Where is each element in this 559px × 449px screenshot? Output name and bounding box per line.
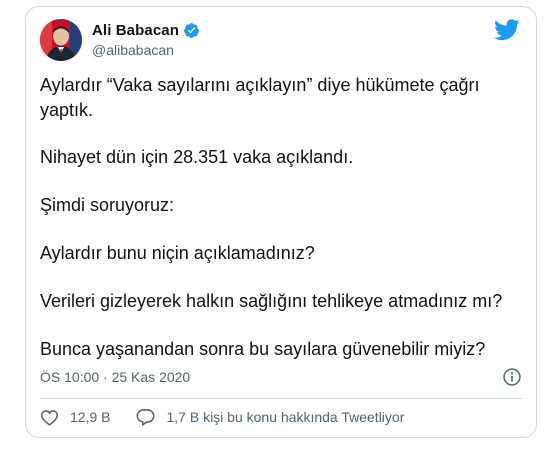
tweet-card[interactable]: Ali Babacan @alibabacan Aylardır “Vaka s… [25,6,537,438]
avatar[interactable] [40,19,82,61]
twitter-bird-icon[interactable] [494,19,520,41]
divider [40,398,522,399]
reply-button[interactable]: 1,7 B kişi bu konu hakkında Tweetliyor [136,408,404,426]
author-block: Ali Babacan @alibabacan [92,20,200,58]
like-button[interactable]: 12,9 B [40,409,110,426]
author-display-name[interactable]: Ali Babacan [92,22,179,39]
timestamp-text[interactable]: ÖS 10:00 · 25 Kas 2020 [40,369,190,385]
tweet-paragraph: Nihayet dün için 28.351 vaka açıklandı. [40,147,354,167]
like-count: 12,9 B [70,409,111,425]
tweet-paragraph: Aylardır bunu niçin açıklamadınız? [40,243,315,263]
comment-icon [136,409,155,426]
info-icon[interactable] [502,367,522,387]
tweet-paragraph: Şimdi soruyoruz: [40,195,175,215]
heart-icon [40,409,59,426]
reply-text: 1,7 B kişi bu konu hakkında Tweetliyor [166,409,405,425]
author-handle[interactable]: @alibabacan [92,42,200,58]
avatar-image [40,19,82,61]
tweet-paragraph: Verileri gizleyerek halkın sağlığını teh… [40,291,503,311]
tweet-paragraph: Bunca yaşanandan sonra bu sayılara güven… [40,339,486,359]
tweet-paragraph: Aylardır “Vaka sayılarını açıklayın” diy… [40,75,480,120]
author-name-row: Ali Babacan [92,20,200,40]
tweet-actions: 12,9 B 1,7 B kişi bu konu hakkında Tweet… [40,408,404,426]
tweet-timestamp[interactable]: ÖS 10:00 · 25 Kas 2020 [40,369,190,385]
verified-badge-icon [183,22,200,39]
